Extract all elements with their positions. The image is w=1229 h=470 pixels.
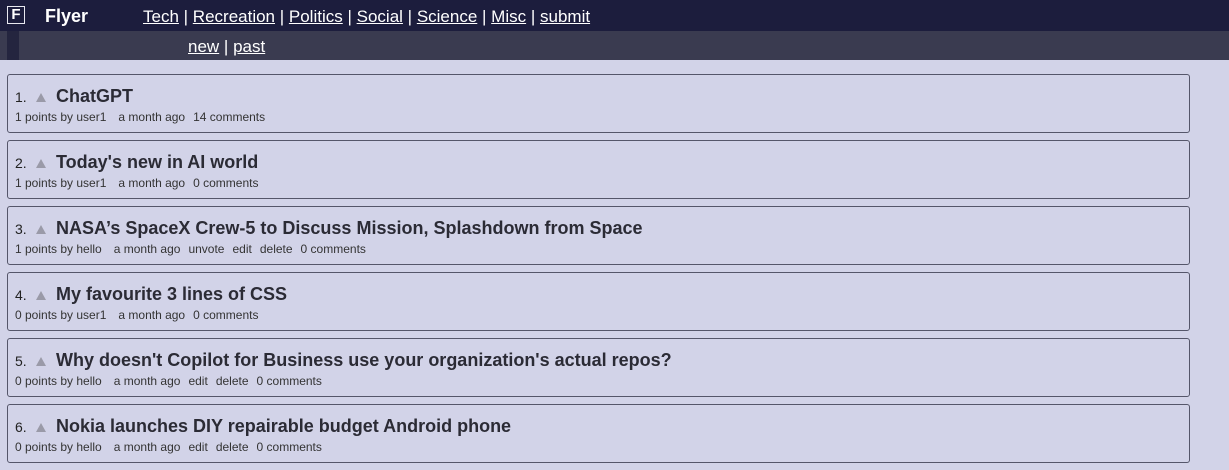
post-title-link[interactable]: My favourite 3 lines of CSS: [56, 283, 287, 305]
post-title-link[interactable]: Nokia launches DIY repairable budget And…: [56, 415, 511, 437]
post-item: 3. NASA’s SpaceX Crew-5 to Discuss Missi…: [7, 206, 1190, 265]
post-points-author[interactable]: 1 points by user1: [15, 176, 106, 190]
post-meta: 1 points by hello a month ago unvote edit de…: [15, 242, 374, 256]
post-comments-link[interactable]: 0 comments: [301, 242, 366, 256]
edit-link[interactable]: edit: [188, 440, 207, 454]
post-time[interactable]: a month ago: [114, 242, 181, 256]
category-nav: Tech | Recreation | Politics | Social | …: [143, 7, 590, 27]
post-rank: 5.: [15, 353, 27, 369]
post-time[interactable]: a month ago: [114, 374, 181, 388]
post-item: 5. Why doesn't Copilot for Business use …: [7, 338, 1190, 397]
nav-link-tech[interactable]: Tech: [143, 7, 179, 26]
site-title[interactable]: Flyer: [45, 6, 88, 26]
post-points-author[interactable]: 0 points by hello: [15, 440, 102, 454]
post-points-author[interactable]: 0 points by hello: [15, 374, 102, 388]
post-rank: 1.: [15, 89, 27, 105]
sort-nav: new | past: [188, 37, 265, 57]
upvote-arrow-icon[interactable]: [36, 159, 46, 168]
post-meta: 1 points by user1 a month ago 14 comments: [15, 110, 273, 124]
post-rank: 2.: [15, 155, 27, 171]
post-item: 6. Nokia launches DIY repairable budget …: [7, 404, 1190, 463]
upvote-arrow-icon[interactable]: [36, 291, 46, 300]
post-meta: 1 points by user1 a month ago 0 comments: [15, 176, 266, 190]
unvote-link[interactable]: unvote: [188, 242, 224, 256]
delete-link[interactable]: delete: [216, 440, 249, 454]
delete-link[interactable]: delete: [260, 242, 293, 256]
post-meta: 0 points by user1 a month ago 0 comments: [15, 308, 266, 322]
post-title-link[interactable]: NASA’s SpaceX Crew-5 to Discuss Mission,…: [56, 217, 643, 239]
upvote-arrow-icon[interactable]: [36, 357, 46, 366]
post-item: 1. ChatGPT 1 points by user1 a month ago 1…: [7, 74, 1190, 133]
post-title-link[interactable]: Why doesn't Copilot for Business use you…: [56, 349, 672, 371]
post-rank: 6.: [15, 419, 27, 435]
post-comments-link[interactable]: 0 comments: [193, 308, 258, 322]
nav-separator: |: [275, 7, 289, 26]
edit-link[interactable]: edit: [232, 242, 251, 256]
post-item: 4. My favourite 3 lines of CSS 0 points …: [7, 272, 1190, 331]
nav-link-social[interactable]: Social: [357, 7, 403, 26]
nav-link-new[interactable]: new: [188, 37, 219, 56]
subbar-marker: [7, 31, 19, 60]
post-item: 2. Today's new in AI world 1 points by u…: [7, 140, 1190, 199]
nav-link-past[interactable]: past: [233, 37, 265, 56]
post-points-author[interactable]: 1 points by user1: [15, 110, 106, 124]
nav-separator: |: [219, 37, 234, 56]
nav-separator: |: [526, 7, 540, 26]
post-points-author[interactable]: 0 points by user1: [15, 308, 106, 322]
nav-separator: |: [178, 7, 193, 26]
upvote-arrow-icon[interactable]: [36, 225, 46, 234]
delete-link[interactable]: delete: [216, 374, 249, 388]
post-time[interactable]: a month ago: [118, 176, 185, 190]
sub-navbar: new | past: [0, 31, 1229, 60]
logo[interactable]: F: [7, 6, 25, 24]
nav-separator: |: [402, 7, 417, 26]
top-navbar: F Flyer Tech | Recreation | Politics | S…: [0, 0, 1229, 31]
post-meta: 0 points by hello a month ago edit delete 0 …: [15, 440, 330, 454]
post-rank: 3.: [15, 221, 27, 237]
nav-link-misc[interactable]: Misc: [491, 7, 526, 26]
post-title-link[interactable]: ChatGPT: [56, 85, 133, 107]
post-comments-link[interactable]: 0 comments: [257, 440, 322, 454]
nav-separator: |: [477, 7, 492, 26]
upvote-arrow-icon[interactable]: [36, 423, 46, 432]
nav-link-submit[interactable]: submit: [540, 7, 590, 26]
edit-link[interactable]: edit: [188, 374, 207, 388]
upvote-arrow-icon[interactable]: [36, 93, 46, 102]
post-time[interactable]: a month ago: [118, 110, 185, 124]
nav-link-science[interactable]: Science: [417, 7, 477, 26]
post-meta: 0 points by hello a month ago edit delete 0 …: [15, 374, 330, 388]
post-title-link[interactable]: Today's new in AI world: [56, 151, 258, 173]
post-rank: 4.: [15, 287, 27, 303]
nav-link-politics[interactable]: Politics: [289, 7, 343, 26]
post-comments-link[interactable]: 14 comments: [193, 110, 265, 124]
nav-separator: |: [342, 7, 357, 26]
post-list: 1. ChatGPT 1 points by user1 a month ago 1…: [7, 74, 1190, 470]
nav-link-recreation[interactable]: Recreation: [193, 7, 275, 26]
post-comments-link[interactable]: 0 comments: [257, 374, 322, 388]
post-time[interactable]: a month ago: [114, 440, 181, 454]
post-time[interactable]: a month ago: [118, 308, 185, 322]
post-points-author[interactable]: 1 points by hello: [15, 242, 102, 256]
post-comments-link[interactable]: 0 comments: [193, 176, 258, 190]
